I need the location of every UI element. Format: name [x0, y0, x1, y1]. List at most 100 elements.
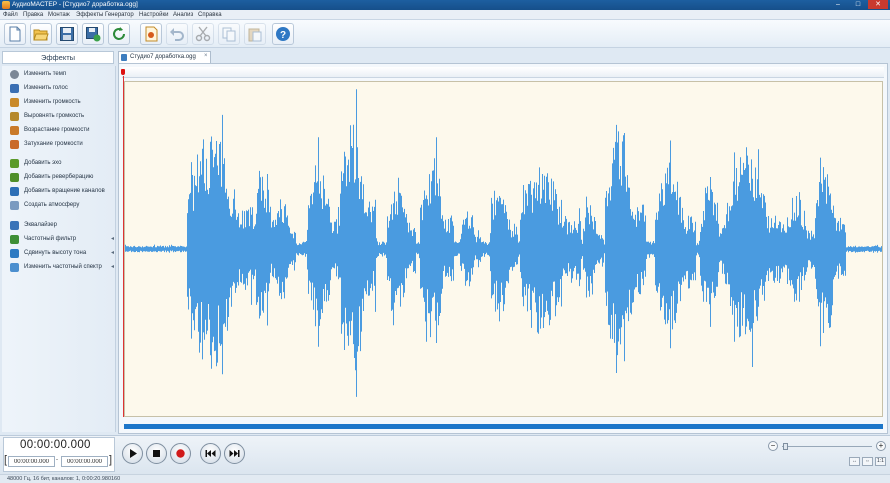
channel-rotation-icon: [10, 187, 19, 196]
expand-arrow-icon[interactable]: ◂: [111, 235, 114, 243]
save-button[interactable]: [56, 23, 78, 45]
floppy-disk-icon: [60, 27, 74, 41]
title-bar: АудиоМАСТЕР - [Студио7 доработка.ogg] – …: [0, 0, 890, 10]
filter-icon: [10, 235, 19, 244]
effect-frequency-spectrum[interactable]: Изменить частотный спектр ◂: [10, 262, 116, 273]
minimize-button[interactable]: –: [828, 0, 848, 9]
selection-end-field[interactable]: [61, 456, 108, 467]
play-icon: [130, 449, 137, 458]
record-icon: [176, 449, 185, 458]
effect-change-voice[interactable]: Изменить голос: [10, 83, 116, 94]
help-icon: ?: [276, 27, 290, 41]
echo-icon: [10, 159, 19, 168]
spectrum-icon: [10, 263, 19, 272]
skip-back-icon: [205, 450, 216, 457]
effects-tab[interactable]: Эффекты: [2, 51, 114, 64]
menu-montage[interactable]: Монтаж: [48, 11, 70, 19]
play-button[interactable]: [122, 443, 143, 464]
stop-icon: [153, 450, 160, 457]
new-file-icon: [9, 26, 21, 42]
waveform-path: [125, 89, 882, 397]
voice-icon: [10, 84, 19, 93]
effect-fade-in[interactable]: Возрастание громкости: [10, 125, 116, 136]
document-tab-label: Студио7 доработка.ogg: [130, 54, 196, 60]
timeline-ruler[interactable]: [122, 67, 884, 78]
skip-forward-icon: [229, 450, 240, 457]
zoom-in-button[interactable]: +: [876, 441, 886, 451]
effect-change-volume[interactable]: Изменить громкость: [10, 97, 116, 108]
stop-button[interactable]: [146, 443, 167, 464]
menu-analysis[interactable]: Анализ: [173, 11, 193, 19]
effect-add-reverb[interactable]: Добавить реверберацию: [10, 172, 116, 183]
selection-bracket-right: ]: [109, 454, 113, 466]
zoom-slider-thumb[interactable]: [783, 443, 788, 450]
menu-file[interactable]: Файл: [3, 11, 18, 19]
range-separator: -: [56, 457, 58, 463]
selection-bracket-left: [: [4, 454, 8, 466]
audio-format-info: 48000 Гц, 16 бит, каналов: 1, 0:00:20.98…: [7, 476, 121, 482]
app-logo-icon: [2, 1, 10, 9]
effect-normalize-volume[interactable]: Выровнять громкость: [10, 111, 116, 122]
playhead-marker-icon[interactable]: [121, 69, 125, 75]
effect-pitch-shift[interactable]: Сдвинуть высоту тона ◂: [10, 248, 116, 259]
zoom-actual-size-button[interactable]: 1:1: [875, 457, 886, 466]
toolbar: ?: [0, 20, 890, 48]
save-as-button[interactable]: [82, 23, 104, 45]
undo-icon: [170, 28, 184, 41]
menu-generator[interactable]: Генератор: [105, 11, 134, 19]
record-document-icon: [145, 26, 158, 42]
effect-fade-out[interactable]: Затухание громкости: [10, 139, 116, 150]
forward-button[interactable]: [224, 443, 245, 464]
close-button[interactable]: ✕: [868, 0, 888, 9]
playhead-line: [123, 76, 124, 417]
volume-icon: [10, 98, 19, 107]
waveform-view[interactable]: [124, 81, 883, 417]
fade-in-icon: [10, 126, 19, 135]
copy-icon: [222, 27, 236, 42]
zoom-out-button[interactable]: −: [768, 441, 778, 451]
new-file-button[interactable]: [4, 23, 26, 45]
audio-file-icon: [121, 54, 127, 61]
zoom-fit-selection-button[interactable]: ⇔: [862, 457, 873, 466]
convert-button[interactable]: [108, 23, 130, 45]
waveform: [125, 89, 882, 397]
undo-button[interactable]: [166, 23, 188, 45]
effect-equalizer[interactable]: Эквалайзер: [10, 220, 116, 231]
menu-edit[interactable]: Правка: [23, 11, 43, 19]
selection-start-field[interactable]: [8, 456, 55, 467]
effect-channel-rotation[interactable]: Добавить вращение каналов: [10, 186, 116, 197]
atmosphere-icon: [10, 201, 19, 210]
help-button[interactable]: ?: [272, 23, 294, 45]
open-file-button[interactable]: [30, 23, 52, 45]
cut-button[interactable]: [192, 23, 214, 45]
effects-panel: Изменить темп Изменить голос Изменить гр…: [2, 66, 116, 432]
effect-frequency-filter[interactable]: Частотный фильтр ◂: [10, 234, 116, 245]
scrollbar-thumb[interactable]: [124, 424, 883, 429]
record-audio-button[interactable]: [170, 443, 191, 464]
status-bar: 48000 Гц, 16 бит, каналов: 1, 0:00:20.98…: [0, 474, 890, 483]
menu-settings[interactable]: Настройки: [139, 11, 168, 19]
zoom-fit-width-button[interactable]: ↔: [849, 457, 860, 466]
equalizer-icon: [10, 221, 19, 230]
paste-button[interactable]: [244, 23, 266, 45]
record-button[interactable]: [140, 23, 162, 45]
close-tab-icon[interactable]: ×: [204, 53, 208, 59]
menu-bar: Файл Правка Монтаж Эффекты Генератор Нас…: [0, 10, 890, 20]
normalize-icon: [10, 112, 19, 121]
expand-arrow-icon[interactable]: ◂: [111, 263, 114, 271]
document-tab[interactable]: Студио7 доработка.ogg ×: [118, 51, 211, 63]
copy-button[interactable]: [218, 23, 240, 45]
svg-text:?: ?: [280, 30, 286, 41]
effect-create-atmosphere[interactable]: Создать атмосферу: [10, 200, 116, 211]
rewind-button[interactable]: [200, 443, 221, 464]
tempo-icon: [10, 70, 19, 79]
zoom-slider-track[interactable]: [782, 446, 872, 447]
maximize-button[interactable]: □: [848, 0, 868, 9]
effect-add-echo[interactable]: Добавить эхо: [10, 158, 116, 169]
save-as-icon: [86, 27, 101, 42]
scissors-icon: [195, 26, 211, 42]
effect-change-tempo[interactable]: Изменить темп: [10, 69, 116, 80]
menu-help[interactable]: Справка: [198, 11, 222, 19]
menu-effects[interactable]: Эффекты: [76, 11, 103, 19]
expand-arrow-icon[interactable]: ◂: [111, 249, 114, 257]
